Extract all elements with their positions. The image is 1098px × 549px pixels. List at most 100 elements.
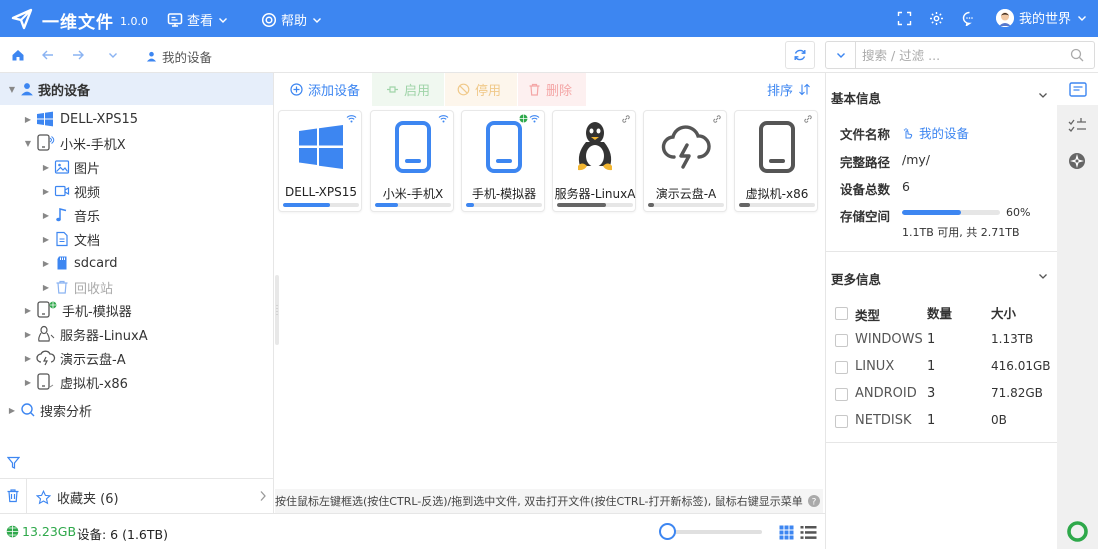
- panel-splitter[interactable]: [274, 275, 280, 345]
- back-arrow-icon[interactable]: [41, 48, 55, 62]
- add-device-button[interactable]: 添加设备: [282, 73, 368, 106]
- favorites-button[interactable]: 收藏夹 (6): [36, 488, 119, 507]
- caret-right-icon: ▶: [24, 114, 32, 124]
- cloud-icon: [660, 121, 712, 173]
- user-menu[interactable]: 我的世界: [996, 8, 1088, 27]
- name-value[interactable]: 我的设备: [902, 123, 969, 142]
- tree-item-linux-server[interactable]: ▶ 服务器-LinuxA: [24, 323, 148, 345]
- more-info-title: 更多信息: [831, 272, 882, 287]
- enable-button[interactable]: 启用: [372, 73, 444, 106]
- chevron-down-icon: [313, 17, 322, 23]
- gear-icon[interactable]: [929, 11, 944, 26]
- usage-bar: [557, 203, 633, 207]
- usage-fill: [648, 203, 655, 207]
- image-icon: [54, 160, 70, 174]
- trash-icon: [56, 280, 68, 294]
- device-card-dell-xps15[interactable]: DELL-XPS15: [278, 110, 362, 212]
- tree-item-xiaomi-phone[interactable]: ▼ 小米-手机X: [24, 132, 126, 154]
- chevron-right-icon[interactable]: [259, 490, 267, 502]
- device-card-label: 演示云盘-A: [655, 187, 717, 201]
- caret-right-icon: ▶: [8, 405, 16, 415]
- disable-button[interactable]: 停用: [445, 73, 517, 106]
- phone-icon: [387, 121, 439, 173]
- side-icon-strip: [1057, 73, 1098, 549]
- monitor-icon: [167, 12, 183, 27]
- svg-text:?: ?: [811, 498, 816, 508]
- tree-item-videos[interactable]: ▶ 视频: [42, 180, 100, 202]
- device-card-linux-server[interactable]: 服务器-LinuxA: [552, 110, 636, 212]
- sort-button[interactable]: 排序: [759, 73, 819, 106]
- link-icon: [713, 115, 721, 123]
- row-checkbox[interactable]: [835, 361, 848, 374]
- table-row[interactable]: WINDOWS 1 1.13TB: [826, 331, 1058, 358]
- device-card-cloud-disk[interactable]: 演示云盘-A: [643, 110, 727, 212]
- history-chevron-icon[interactable]: [107, 49, 119, 61]
- tree-item-search-analysis[interactable]: ▶ 搜索分析: [8, 399, 92, 421]
- search-input[interactable]: [862, 46, 1062, 64]
- tree-item-recycle-bin[interactable]: ▶ 回收站: [42, 276, 113, 298]
- phone-icon: [37, 373, 54, 390]
- filter-funnel-icon[interactable]: [7, 456, 20, 469]
- row-checkbox[interactable]: [835, 388, 848, 401]
- chevron-down-icon[interactable]: [1037, 89, 1049, 101]
- forward-arrow-icon[interactable]: [71, 48, 85, 62]
- row-checkbox[interactable]: [835, 415, 848, 428]
- checklist-icon[interactable]: [1068, 117, 1087, 134]
- status-ring-icon[interactable]: [1067, 521, 1088, 542]
- menu-help-label: 帮助: [281, 14, 308, 29]
- zoom-slider[interactable]: [662, 530, 762, 534]
- tree-root-my-devices[interactable]: ▼ 我的设备: [0, 73, 273, 105]
- menu-help[interactable]: 帮助: [261, 10, 323, 29]
- info-card-tab[interactable]: [1057, 73, 1098, 105]
- tree-item-pictures[interactable]: ▶ 图片: [42, 156, 100, 178]
- col-type: 类型: [855, 308, 881, 323]
- tree-item-virtual-machine[interactable]: ▶ 虚拟机-x86: [24, 371, 128, 393]
- device-card-phone-emulator[interactable]: 手机-模拟器: [461, 110, 545, 212]
- link-hand-icon: [903, 127, 913, 138]
- tree-root-label: 我的设备: [38, 83, 91, 99]
- delete-button[interactable]: 删除: [518, 73, 586, 106]
- favorites-bar: 收藏夹 (6): [0, 478, 273, 514]
- tree-item-dell-xps15[interactable]: ▶ DELL-XPS15: [24, 108, 138, 130]
- breadcrumb[interactable]: 我的设备: [146, 47, 212, 66]
- tree-item-cloud-disk[interactable]: ▶ 演示云盘-A: [24, 347, 126, 369]
- windows-icon: [295, 121, 347, 173]
- filter-dropdown[interactable]: [826, 42, 856, 68]
- tree-item-music[interactable]: ▶ 音乐: [42, 204, 100, 226]
- device-card-xiaomi-phone[interactable]: 小米-手机X: [370, 110, 454, 212]
- table-row[interactable]: NETDISK 1 0B: [826, 412, 1058, 439]
- refresh-button[interactable]: [785, 41, 815, 69]
- row-checkbox[interactable]: [835, 334, 848, 347]
- search-icon[interactable]: [1070, 48, 1084, 62]
- compass-icon[interactable]: [1068, 152, 1086, 170]
- tree-item-sdcard[interactable]: ▶ sdcard: [42, 252, 118, 274]
- caret-right-icon: ▶: [24, 377, 32, 387]
- menu-view[interactable]: 查看: [167, 10, 229, 29]
- basic-info-section: 基本信息 文件名称 我的设备 完整路径 /my/ 设备总数 6 存储空间 60%…: [826, 73, 1058, 253]
- list-view-icon[interactable]: [800, 525, 817, 540]
- caret-right-icon: ▶: [42, 186, 50, 196]
- caret-right-icon: ▶: [42, 162, 50, 172]
- tree-item-documents[interactable]: ▶ 文档: [42, 228, 100, 250]
- zoom-slider-handle[interactable]: [659, 523, 676, 540]
- col-count: 数量: [927, 306, 953, 321]
- help-icon[interactable]: ?: [807, 495, 820, 508]
- chevron-down-icon[interactable]: [1037, 270, 1049, 282]
- trash-icon: [529, 83, 540, 96]
- free-space: 13.23GB: [6, 524, 76, 539]
- home-icon[interactable]: [11, 48, 25, 62]
- space-progress-bar: [902, 210, 1000, 215]
- device-card-virtual-machine[interactable]: 虚拟机-x86: [734, 110, 818, 212]
- divider: [826, 442, 1058, 443]
- caret-right-icon: ▶: [24, 353, 32, 363]
- table-row[interactable]: ANDROID 3 71.82GB: [826, 385, 1058, 412]
- trash-icon[interactable]: [6, 488, 20, 503]
- grid-view-icon[interactable]: [779, 525, 794, 540]
- fullscreen-icon[interactable]: [897, 11, 912, 26]
- tree-item-phone-emulator[interactable]: ▶ 手机-模拟器: [24, 299, 132, 321]
- select-all-checkbox[interactable]: [835, 307, 848, 320]
- tree-item-label: 手机-模拟器: [62, 304, 132, 320]
- info-card-icon: [1068, 81, 1087, 97]
- table-row[interactable]: LINUX 1 416.01GB: [826, 358, 1058, 385]
- chat-icon[interactable]: [962, 11, 977, 26]
